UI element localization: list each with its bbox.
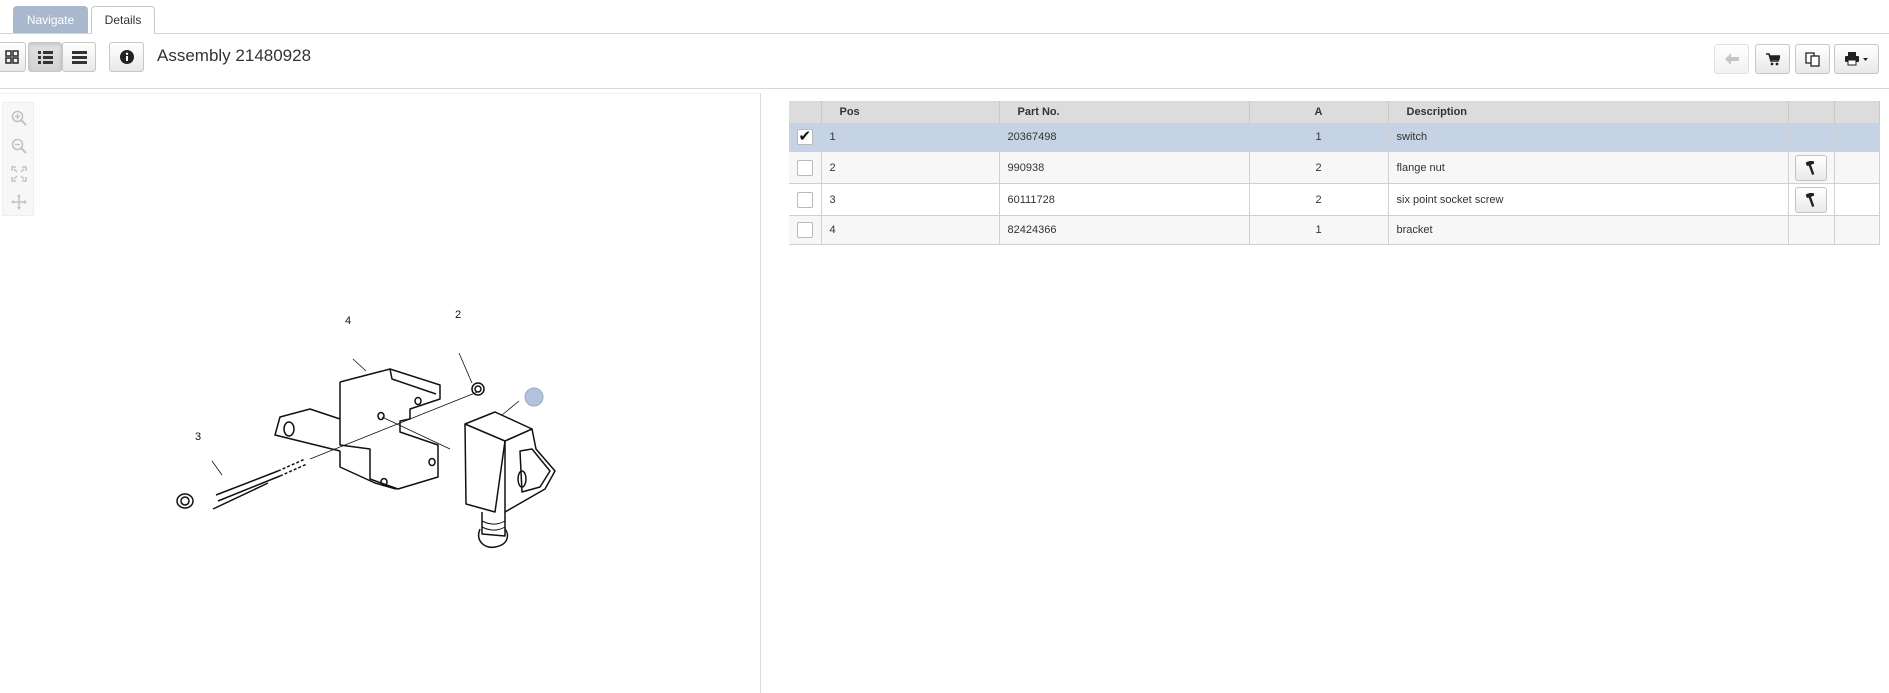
tool-button[interactable] <box>1794 186 1827 213</box>
list-view-icon <box>37 50 53 64</box>
fit-to-screen-button[interactable] <box>10 165 28 183</box>
viewer-toolbar <box>2 102 34 216</box>
header-a[interactable]: A <box>1249 101 1389 123</box>
cell-tools <box>1788 215 1835 245</box>
screw-part <box>212 482 269 510</box>
cell-extra <box>1834 151 1880 184</box>
pan-button[interactable] <box>10 193 28 211</box>
header-pos[interactable]: Pos <box>821 101 1000 123</box>
row-select-cell[interactable] <box>789 215 822 245</box>
callout-highlight-1 <box>524 387 544 407</box>
switch-part <box>464 411 533 442</box>
cell-part-no: 82424366 <box>999 215 1250 245</box>
list-view-button[interactable] <box>28 42 62 72</box>
toolbar: Assembly 21480928 <box>0 34 1889 89</box>
fit-to-screen-icon <box>11 166 27 182</box>
row-checkbox[interactable] <box>796 222 813 238</box>
cell-a: 1 <box>1249 215 1389 245</box>
copy-button[interactable] <box>1795 44 1830 74</box>
cell-description: bracket <box>1388 215 1789 245</box>
callout-4: 4 <box>345 315 352 327</box>
cell-extra <box>1834 123 1880 152</box>
tool-button[interactable] <box>1794 154 1827 181</box>
zoom-in-button[interactable] <box>10 109 28 127</box>
drawing-viewer[interactable]: 4 2 3 1 <box>0 93 761 693</box>
grid-view-icon <box>5 50 19 64</box>
table-header-row: Pos Part No. A Description <box>789 101 1880 123</box>
print-icon <box>1844 52 1868 66</box>
cell-a: 2 <box>1249 151 1389 184</box>
cell-description: switch <box>1388 123 1789 152</box>
row-checkbox[interactable]: ✔ <box>796 129 813 145</box>
callout-2: 2 <box>455 309 462 321</box>
cell-description: six point socket screw <box>1388 183 1789 216</box>
row-select-cell[interactable]: ✔ <box>789 123 822 152</box>
back-button[interactable] <box>1714 44 1749 74</box>
zoom-out-button[interactable] <box>10 137 28 155</box>
callout-3: 3 <box>195 431 202 443</box>
copy-icon <box>1805 51 1820 67</box>
table-view-button[interactable] <box>62 42 96 72</box>
cell-tools <box>1788 183 1835 216</box>
row-checkbox[interactable] <box>796 191 813 208</box>
table-row[interactable]: ✔ 1 20367498 1 switch <box>789 123 1880 152</box>
tab-navigate[interactable]: Navigate <box>13 6 88 33</box>
parts-table: Pos Part No. A Description ✔ 1 20367498 … <box>789 101 1880 245</box>
table-row[interactable]: 4 82424366 1 bracket <box>789 215 1880 245</box>
grid-view-button[interactable] <box>0 42 26 72</box>
table-view-icon <box>71 50 87 64</box>
cell-pos: 3 <box>821 183 1000 216</box>
header-extra <box>1834 101 1880 123</box>
hammer-icon <box>1805 192 1814 207</box>
cell-tools <box>1788 151 1835 184</box>
info-icon <box>119 50 134 64</box>
table-row[interactable]: 3 60111728 2 six point socket screw <box>789 183 1880 216</box>
assembly-drawing <box>176 352 556 549</box>
table-row[interactable]: 2 990938 2 flange nut <box>789 151 1880 184</box>
info-button[interactable] <box>109 42 144 72</box>
cell-pos: 4 <box>821 215 1000 245</box>
cell-pos: 1 <box>821 123 1000 152</box>
cell-pos: 2 <box>821 151 1000 184</box>
cell-part-no: 20367498 <box>999 123 1250 152</box>
pan-icon <box>11 194 27 210</box>
cell-a: 2 <box>1249 183 1389 216</box>
row-checkbox[interactable] <box>796 159 813 176</box>
header-tools <box>1788 101 1835 123</box>
cell-part-no: 60111728 <box>999 183 1250 216</box>
tab-details[interactable]: Details <box>91 6 155 34</box>
back-arrow-icon <box>1724 53 1739 65</box>
cell-extra <box>1834 215 1880 245</box>
row-select-cell[interactable] <box>789 151 822 184</box>
header-select <box>789 101 822 123</box>
cell-extra <box>1834 183 1880 216</box>
zoom-out-icon <box>11 138 27 154</box>
page-title: Assembly 21480928 <box>157 46 312 65</box>
hammer-icon <box>1805 160 1814 175</box>
zoom-in-icon <box>11 110 27 126</box>
cell-tools <box>1788 123 1835 152</box>
cart-icon <box>1765 52 1780 65</box>
cell-description: flange nut <box>1388 151 1789 184</box>
add-to-cart-button[interactable] <box>1755 44 1790 74</box>
tab-bar: Navigate Details <box>0 0 1889 34</box>
row-select-cell[interactable] <box>789 183 822 216</box>
header-part-no[interactable]: Part No. <box>999 101 1250 123</box>
cell-a: 1 <box>1249 123 1389 152</box>
cell-part-no: 990938 <box>999 151 1250 184</box>
print-button[interactable] <box>1834 44 1879 74</box>
header-description[interactable]: Description <box>1388 101 1789 123</box>
callout-1[interactable]: 1 <box>531 351 537 362</box>
